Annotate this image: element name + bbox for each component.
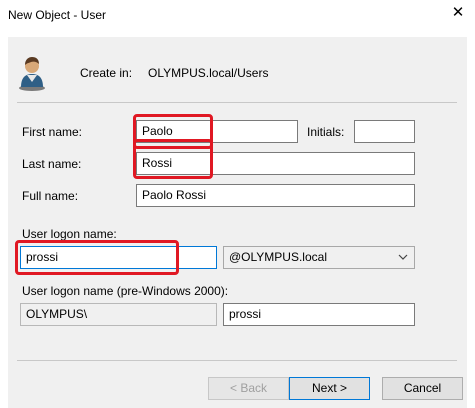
separator-bottom bbox=[17, 360, 457, 361]
window-title: New Object - User bbox=[8, 8, 107, 22]
domain-suffix-dropdown[interactable]: @OLYMPUS.local bbox=[223, 246, 415, 269]
pre2000-label: User logon name (pre-Windows 2000): bbox=[22, 284, 229, 298]
cancel-button[interactable]: Cancel bbox=[382, 377, 463, 400]
last-name-label: Last name: bbox=[22, 157, 82, 171]
last-name-field[interactable]: Rossi bbox=[136, 152, 415, 175]
create-in-path: OLYMPUS.local/Users bbox=[148, 66, 269, 80]
pre2000-domain-field: OLYMPUS\ bbox=[20, 303, 217, 326]
chevron-down-icon bbox=[398, 247, 408, 276]
initials-field[interactable] bbox=[354, 120, 415, 143]
logon-name-field[interactable]: prossi bbox=[20, 246, 217, 269]
full-name-field[interactable]: Paolo Rossi bbox=[136, 184, 415, 207]
create-in-label: Create in: bbox=[80, 66, 133, 80]
back-button[interactable]: < Back bbox=[208, 377, 289, 400]
first-name-label: First name: bbox=[22, 125, 83, 139]
dialog-body bbox=[8, 37, 467, 408]
full-name-label: Full name: bbox=[22, 189, 79, 203]
user-icon bbox=[18, 55, 46, 91]
domain-suffix-value: @OLYMPUS.local bbox=[229, 250, 327, 264]
next-button[interactable]: Next > bbox=[289, 377, 370, 400]
separator-top bbox=[17, 102, 457, 103]
logon-name-label: User logon name: bbox=[22, 227, 117, 241]
close-icon[interactable]: ✕ bbox=[450, 5, 466, 21]
initials-label: Initials: bbox=[307, 125, 345, 139]
first-name-field[interactable]: Paolo bbox=[136, 120, 298, 143]
pre2000-name-field[interactable]: prossi bbox=[223, 303, 415, 326]
